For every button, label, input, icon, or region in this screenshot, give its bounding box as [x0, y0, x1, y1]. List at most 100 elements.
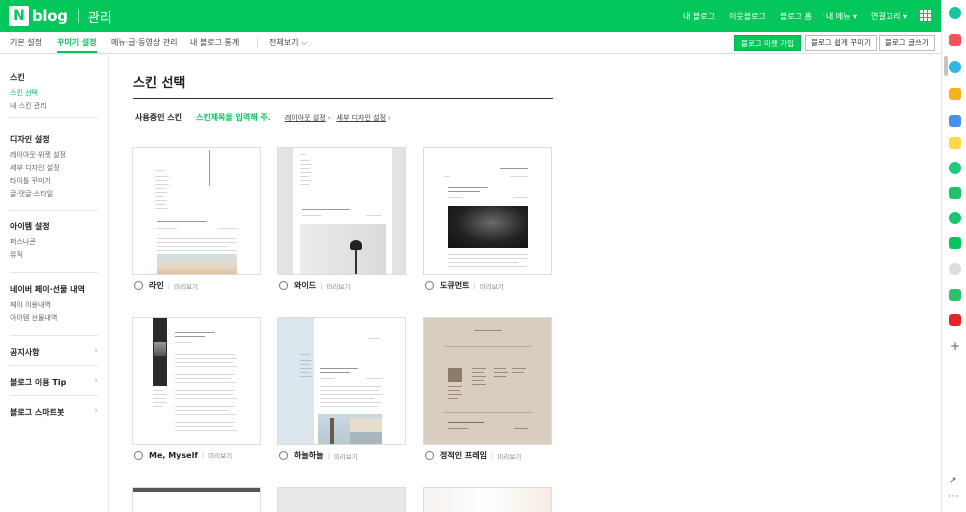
add-icon[interactable]: +	[949, 339, 961, 353]
detail-design-link[interactable]: 세부 디자인 설정	[337, 113, 387, 123]
naver-icon[interactable]	[949, 237, 961, 249]
grid-icon[interactable]	[920, 10, 931, 21]
skin-option-me-myself[interactable]: Me, Myself | 미리보기	[134, 450, 232, 460]
sidebar-item-my-skin[interactable]: 내 스킨 관리	[10, 101, 47, 111]
label-separator: |	[490, 451, 494, 460]
chevron-right-icon: ›	[94, 376, 98, 386]
radio-button[interactable]	[134, 281, 143, 290]
skin-name: 하늘하늘	[294, 451, 324, 460]
label-separator: |	[320, 281, 323, 290]
skin-option-document[interactable]: 도큐먼트 | 미리보기	[425, 280, 504, 291]
tab-blog-stats[interactable]: 내 블로그 통계	[190, 32, 239, 53]
skin-name-field[interactable]: 스킨제목을 입력해 주.	[196, 112, 271, 123]
skin-card-haneul[interactable]	[277, 317, 406, 445]
skin-card-static-frame[interactable]	[423, 317, 552, 445]
thumb-photo	[448, 206, 528, 248]
sidebar-divider	[10, 210, 98, 211]
external-link-icon[interactable]: ↗	[949, 476, 957, 486]
thumb-photo	[157, 254, 237, 274]
header-links: 내 블로그 이웃블로그 블로그 홈 내 메뉴 ▾ 연결고리 ▾	[683, 0, 907, 32]
skin-card-line[interactable]	[132, 147, 261, 275]
sidebar-item-layout-widget[interactable]: 레이아웃·위젯 설정	[10, 150, 66, 160]
using-skin-label: 사용중인 스킨	[135, 113, 182, 122]
naver-logo-icon: N	[9, 6, 29, 26]
skin-card-document[interactable]	[423, 147, 552, 275]
link-connection[interactable]: 연결고리 ▾	[871, 11, 907, 22]
sidebar-link-label: 블로그 스마트봇	[10, 408, 65, 417]
sidebar-divider	[10, 365, 98, 366]
label-separator: |	[201, 451, 205, 459]
view-all-dropdown[interactable]: 전체보기 ⌵	[269, 32, 307, 53]
sidebar-group-items: 아이템 설정 퍼스나콘 뮤직	[10, 221, 50, 263]
skin-option-static-frame[interactable]: 정적인 프레임 | 미리보기	[425, 450, 521, 461]
scrollbar-thumb[interactable]	[944, 56, 948, 76]
layout-settings-link[interactable]: 레이아웃 설정	[285, 113, 326, 123]
sidebar-item-title-decorate[interactable]: 타이틀 꾸미기	[10, 176, 66, 186]
pocket-icon[interactable]	[949, 34, 961, 46]
chat-icon[interactable]	[949, 289, 961, 301]
preview-link[interactable]: 미리보기	[208, 450, 232, 460]
link-neighbor-blog[interactable]: 이웃블로그	[729, 11, 766, 22]
link-arrow-icon: ›	[327, 113, 331, 122]
link-arrow-icon: ›	[388, 113, 391, 122]
current-skin-bar: 사용중인 스킨 스킨제목을 입력해 주. 레이아웃 설정 › 세부 디자인 설정…	[135, 112, 397, 123]
tab-menu-post-video[interactable]: 메뉴·글·동영상 관리	[111, 32, 178, 53]
preview-link[interactable]: 미리보기	[497, 451, 521, 461]
sidebar-link-notice[interactable]: 공지사항 ›	[10, 346, 98, 358]
skin-card-wide[interactable]	[277, 147, 406, 275]
calendar-icon[interactable]	[949, 187, 961, 199]
sidebar-item-music[interactable]: 뮤직	[10, 250, 50, 260]
radio-button[interactable]	[425, 281, 434, 290]
preview-link[interactable]: 미리보기	[334, 451, 358, 461]
skin-card-row3-2[interactable]	[277, 487, 406, 512]
sidebar-link-smartbot[interactable]: 블로그 스마트봇 ›	[10, 406, 98, 418]
sidebar-item-personacon[interactable]: 퍼스나콘	[10, 237, 50, 247]
sidebar-item-pay-history[interactable]: 페이 이용내역	[10, 300, 85, 310]
top-header: N blog 관리 내 블로그 이웃블로그 블로그 홈 내 메뉴 ▾ 연결고리 …	[0, 0, 941, 32]
skin-name: 와이드	[294, 281, 317, 290]
radio-button[interactable]	[425, 451, 434, 460]
link-my-menu[interactable]: 내 메뉴 ▾	[826, 11, 857, 22]
blog-logo[interactable]: N blog 관리	[9, 6, 112, 26]
chevron-right-icon: ›	[94, 406, 98, 416]
chevron-right-icon: ›	[94, 346, 98, 356]
shopping-icon[interactable]	[949, 314, 961, 326]
skin-card-row3-1[interactable]	[132, 487, 261, 512]
easy-decorate-button[interactable]: 블로그 쉽게 꾸미기	[805, 35, 877, 51]
sidebar-divider	[10, 395, 98, 396]
radio-button[interactable]	[279, 451, 288, 460]
admin-section-title[interactable]: 관리	[88, 7, 112, 26]
quick-app-icon[interactable]	[949, 7, 961, 19]
radio-button[interactable]	[279, 281, 288, 290]
preview-link[interactable]: 미리보기	[480, 281, 504, 291]
play-icon[interactable]	[949, 162, 961, 174]
favorites-icon[interactable]	[949, 88, 961, 100]
tab-basic-settings[interactable]: 기본 설정	[10, 32, 42, 53]
skin-option-wide[interactable]: 와이드 | 미리보기	[279, 280, 350, 291]
skin-card-me-myself[interactable]	[132, 317, 261, 445]
radio-button[interactable]	[134, 450, 143, 460]
profile-icon[interactable]	[949, 263, 961, 275]
preview-link[interactable]: 미리보기	[326, 281, 350, 291]
mail-icon[interactable]	[949, 115, 961, 127]
tab-decoration-settings[interactable]: 꾸미기 설정	[57, 32, 97, 53]
sidebar-item-gift-history[interactable]: 아이템 선물내역	[10, 313, 85, 323]
write-post-button[interactable]: 블로그 글쓰기	[879, 35, 935, 51]
cafe-icon[interactable]	[949, 212, 961, 224]
sidebar-item-post-style[interactable]: 글·댓글 스타일	[10, 189, 66, 199]
skin-card-row3-3[interactable]	[423, 487, 552, 512]
more-icon[interactable]: ···	[948, 492, 960, 502]
sidebar-link-tip[interactable]: 블로그 이용 Tip ›	[10, 376, 98, 388]
memo-icon[interactable]	[949, 137, 961, 149]
link-my-blog[interactable]: 내 블로그	[683, 11, 715, 22]
sidebar-group-title: 아이템 설정	[10, 222, 50, 231]
translate-icon[interactable]	[949, 61, 961, 73]
blog-market-join-button[interactable]: 블로그 마켓 가입	[734, 35, 802, 51]
skin-option-line[interactable]: 라인 | 미리보기	[134, 280, 198, 291]
skin-name: 정적인 프레임	[440, 451, 487, 460]
sidebar-item-detail-design[interactable]: 세부 디자인 설정	[10, 163, 66, 173]
skin-option-haneul[interactable]: 하늘하늘 | 미리보기	[279, 450, 358, 461]
sidebar-item-skin-select[interactable]: 스킨 선택	[10, 88, 47, 98]
link-blog-home[interactable]: 블로그 홈	[780, 11, 812, 22]
preview-link[interactable]: 미리보기	[174, 281, 198, 291]
